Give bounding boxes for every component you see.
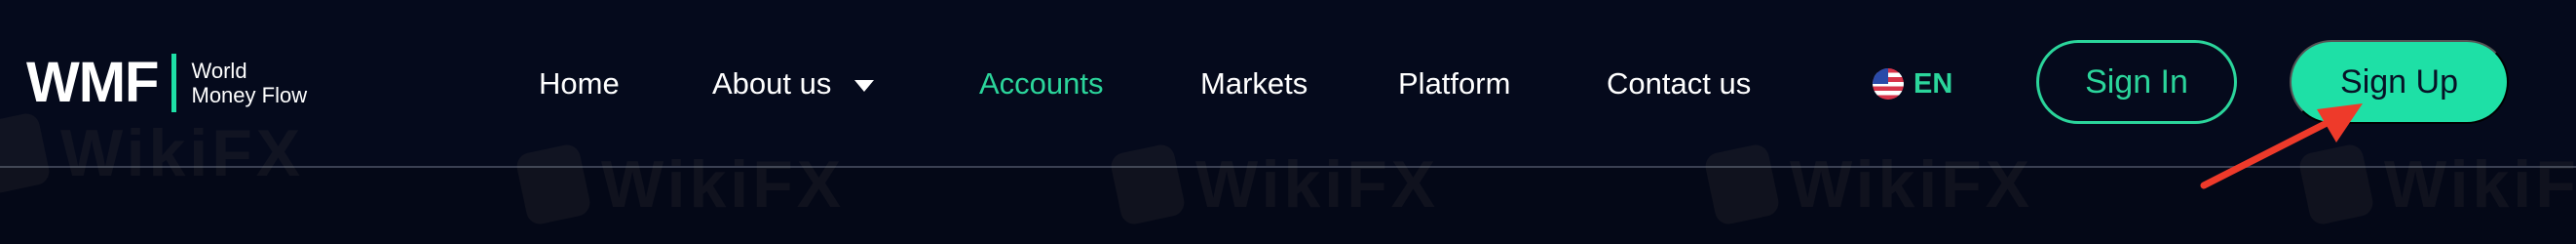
nav-about-us[interactable]: About us: [712, 64, 875, 103]
nav-about-us-label: About us: [712, 66, 832, 101]
language-selector[interactable]: EN: [1873, 66, 1952, 102]
logo-wordmark: World Money Flow: [192, 59, 308, 107]
logo-mark: WMF: [26, 51, 159, 114]
page-content-top: [0, 168, 2576, 244]
annotation-arrow-icon: [2200, 103, 2363, 189]
nav-contact-us[interactable]: Contact us: [1607, 64, 1751, 103]
nav-accounts[interactable]: Accounts: [979, 64, 1104, 103]
language-code: EN: [1913, 68, 1953, 100]
nav-home[interactable]: Home: [539, 64, 620, 103]
chevron-down-icon: [854, 80, 875, 92]
logo-accent-bar: [170, 54, 176, 112]
brand-logo[interactable]: WMF World Money Flow: [26, 54, 307, 112]
logo-line-2: Money Flow: [191, 83, 308, 107]
top-navigation-bar: WMF World Money Flow Home About us Accou…: [0, 0, 2576, 166]
nav-platform[interactable]: Platform: [1398, 64, 1510, 103]
nav-markets[interactable]: Markets: [1200, 64, 1307, 103]
us-flag-icon: [1873, 68, 1904, 100]
logo-line-1: World: [191, 59, 247, 83]
